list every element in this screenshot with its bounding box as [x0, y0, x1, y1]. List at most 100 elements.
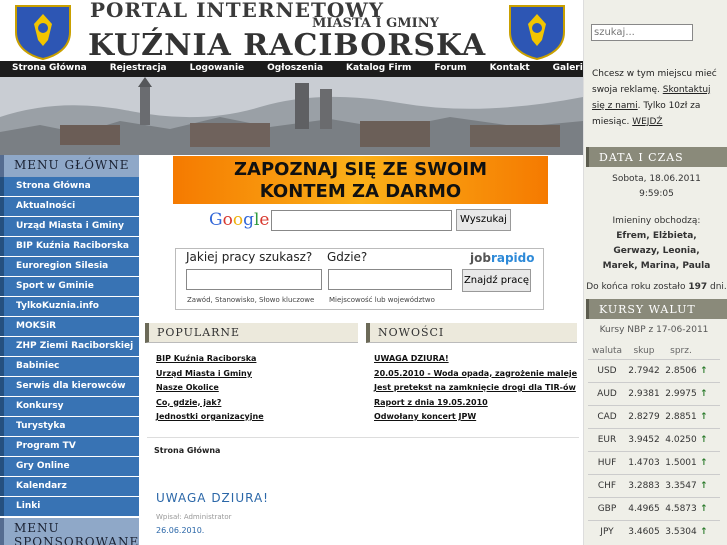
- sidebar-item-zhp[interactable]: ZHP Ziemi Raciborskiej: [0, 337, 139, 356]
- nav-contact[interactable]: Kontakt: [490, 61, 530, 77]
- sidebar-item-links[interactable]: Linki: [0, 497, 139, 516]
- breadcrumb[interactable]: Strona Główna: [154, 446, 220, 455]
- currency-buy: 2.7942: [628, 366, 660, 376]
- sidebar-item-drivers[interactable]: Serwis dla kierowców: [0, 377, 139, 396]
- currency-sell: 1.5001: [665, 458, 697, 468]
- news-header: NOWOŚCI: [366, 323, 577, 343]
- currency-code: USD: [597, 366, 617, 376]
- currency-sell: 2.8506: [665, 366, 697, 376]
- sidebar-item-contests[interactable]: Konkursy: [0, 397, 139, 416]
- currency-row: GBP 4.4965 4.5873 ↑: [588, 497, 720, 520]
- main-nav: Strona Główna Rejestracja Logowanie Ogło…: [0, 61, 589, 77]
- arrow-up-icon: ↑: [700, 366, 708, 376]
- header: PORTAL INTERNETOWY MIASTA I GMINY KUŹNIA…: [0, 0, 583, 63]
- main-menu-header: MENU GŁÓWNE: [0, 155, 139, 177]
- sidebar-item-tourism[interactable]: Turystyka: [0, 417, 139, 436]
- sponsored-menu-header: MENU SPONSOROWANE: [0, 518, 139, 545]
- enter-link[interactable]: WEJDŹ: [632, 117, 662, 127]
- left-sidebar: MENU GŁÓWNE Strona Główna Aktualności Ur…: [0, 155, 139, 545]
- coat-of-arms-right-icon: [509, 5, 565, 60]
- nav-business-directory[interactable]: Katalog Firm: [346, 61, 411, 77]
- popular-link[interactable]: Co, gdzie, jak?: [156, 396, 264, 411]
- ad-banner[interactable]: ZAPOZNAJ SIĘ ZE SWOIM KONTEM ZA DARMO: [173, 156, 548, 204]
- nav-home[interactable]: Strona Główna: [12, 61, 87, 77]
- currency-buy: 2.9381: [628, 389, 660, 399]
- jobrapido-logo: jobrapido: [470, 251, 535, 265]
- currency-sell: 4.5873: [665, 504, 697, 514]
- currency-table: Kursy NBP z 17-06-2011 waluta skup sprz.…: [588, 325, 720, 543]
- article-title[interactable]: UWAGA DZIURA!: [156, 491, 269, 505]
- news-link[interactable]: 20.05.2010 - Woda opada, zagrożenie male…: [374, 367, 577, 382]
- popular-header: POPULARNE: [145, 323, 358, 343]
- currency-buy: 2.8279: [628, 412, 660, 422]
- news-link[interactable]: Jest pretekst na zamknięcie drogi dla TI…: [374, 381, 577, 396]
- nameday-label: Imieniny obchodzą:: [612, 216, 701, 226]
- sidebar-item-games[interactable]: Gry Online: [0, 457, 139, 476]
- currency-buy: 3.9452: [628, 435, 660, 445]
- currency-code: HUF: [597, 458, 617, 468]
- job-keyword-input[interactable]: [186, 269, 322, 290]
- current-time: 9:59:05: [639, 189, 674, 199]
- col-buy: skup: [633, 346, 655, 356]
- currency-sell: 2.9975: [665, 389, 697, 399]
- currency-code: CAD: [597, 412, 617, 422]
- currency-buy: 1.4703: [628, 458, 660, 468]
- article-date: 26.06.2010.: [156, 526, 205, 535]
- popular-list: BIP Kuźnia Raciborska Urząd Miasta i Gmi…: [156, 352, 264, 425]
- popular-link[interactable]: BIP Kuźnia Raciborska: [156, 352, 264, 367]
- currency-row: USD 2.7942 2.8506 ↑: [588, 359, 720, 382]
- arrow-up-icon: ↑: [700, 458, 708, 468]
- banner-line2: KONTEM ZA DARMO: [259, 181, 462, 202]
- article-author: Wpisał: Administrator: [156, 513, 232, 521]
- sidebar-item-town-hall[interactable]: Urząd Miasta i Gminy: [0, 217, 139, 236]
- google-logo: Google: [209, 210, 270, 230]
- job-where-label: Gdzie?: [327, 250, 368, 264]
- sidebar-item-euroregion[interactable]: Euroregion Silesia: [0, 257, 139, 276]
- currency-code: GBP: [597, 504, 617, 514]
- sidebar-item-tylkokuznia[interactable]: TylkoKuznia.info: [0, 297, 139, 316]
- news-link[interactable]: Raport z dnia 19.05.2010: [374, 396, 577, 411]
- news-link[interactable]: UWAGA DZIURA!: [374, 352, 577, 367]
- currency-buy: 4.4965: [628, 504, 660, 514]
- find-job-button[interactable]: Znajdź pracę: [462, 269, 531, 292]
- sidebar-item-bip[interactable]: BIP Kuźnia Raciborska: [0, 237, 139, 256]
- year-end-days: 197: [688, 282, 708, 292]
- nav-ads[interactable]: Ogłoszenia: [267, 61, 323, 77]
- town-skyline-image: [0, 77, 583, 155]
- sidebar-item-babiniec[interactable]: Babiniec: [0, 357, 139, 376]
- sidebar-item-calendar[interactable]: Kalendarz: [0, 477, 139, 496]
- currency-row: CHF 3.2883 3.3547 ↑: [588, 474, 720, 497]
- banner-line1: ZAPOZNAJ SIĘ ZE SWOIM: [233, 159, 488, 180]
- nameday-names: Efrem, Elżbieta, Gerwazy, Leonia, Marek,…: [602, 231, 711, 271]
- google-search-input[interactable]: [271, 210, 452, 231]
- sidebar-item-moksir[interactable]: MOKSiR: [0, 317, 139, 336]
- coat-of-arms-left-icon: [15, 5, 71, 60]
- arrow-up-icon: ↑: [700, 389, 708, 399]
- col-currency: waluta: [591, 346, 623, 356]
- currency-header: KURSY WALUT: [586, 299, 727, 319]
- sidebar-item-sport[interactable]: Sport w Gminie: [0, 277, 139, 296]
- google-search-button[interactable]: Wyszukaj: [456, 209, 511, 231]
- current-date: Sobota, 18.06.2011: [612, 174, 701, 184]
- arrow-up-icon: ↑: [700, 435, 708, 445]
- sidebar-item-news[interactable]: Aktualności: [0, 197, 139, 216]
- currency-code: JPY: [600, 527, 614, 537]
- nav-login[interactable]: Logowanie: [190, 61, 245, 77]
- currency-row: AUD 2.9381 2.9975 ↑: [588, 382, 720, 405]
- currency-buy: 3.2883: [628, 481, 660, 491]
- jobrapido-logo-a: job: [470, 251, 491, 265]
- popular-link[interactable]: Nasze Okolice: [156, 381, 264, 396]
- currency-code: CHF: [597, 481, 617, 491]
- sidebar-item-tv[interactable]: Program TV: [0, 437, 139, 456]
- site-search-input[interactable]: [591, 24, 693, 41]
- popular-link[interactable]: Urząd Miasta i Gminy: [156, 367, 264, 382]
- popular-link[interactable]: Jednostki organizacyjne: [156, 410, 264, 425]
- currency-sell: 3.3547: [665, 481, 697, 491]
- job-location-input[interactable]: [328, 269, 452, 290]
- news-link[interactable]: Odwołany koncert JPW: [374, 410, 577, 425]
- sidebar-item-home[interactable]: Strona Główna: [0, 177, 139, 196]
- nav-register[interactable]: Rejestracja: [110, 61, 167, 77]
- currency-row: JPY 3.4605 3.5304 ↑: [588, 520, 720, 543]
- nav-forum[interactable]: Forum: [434, 61, 466, 77]
- job-what-label: Jakiej pracy szukasz?: [186, 250, 313, 264]
